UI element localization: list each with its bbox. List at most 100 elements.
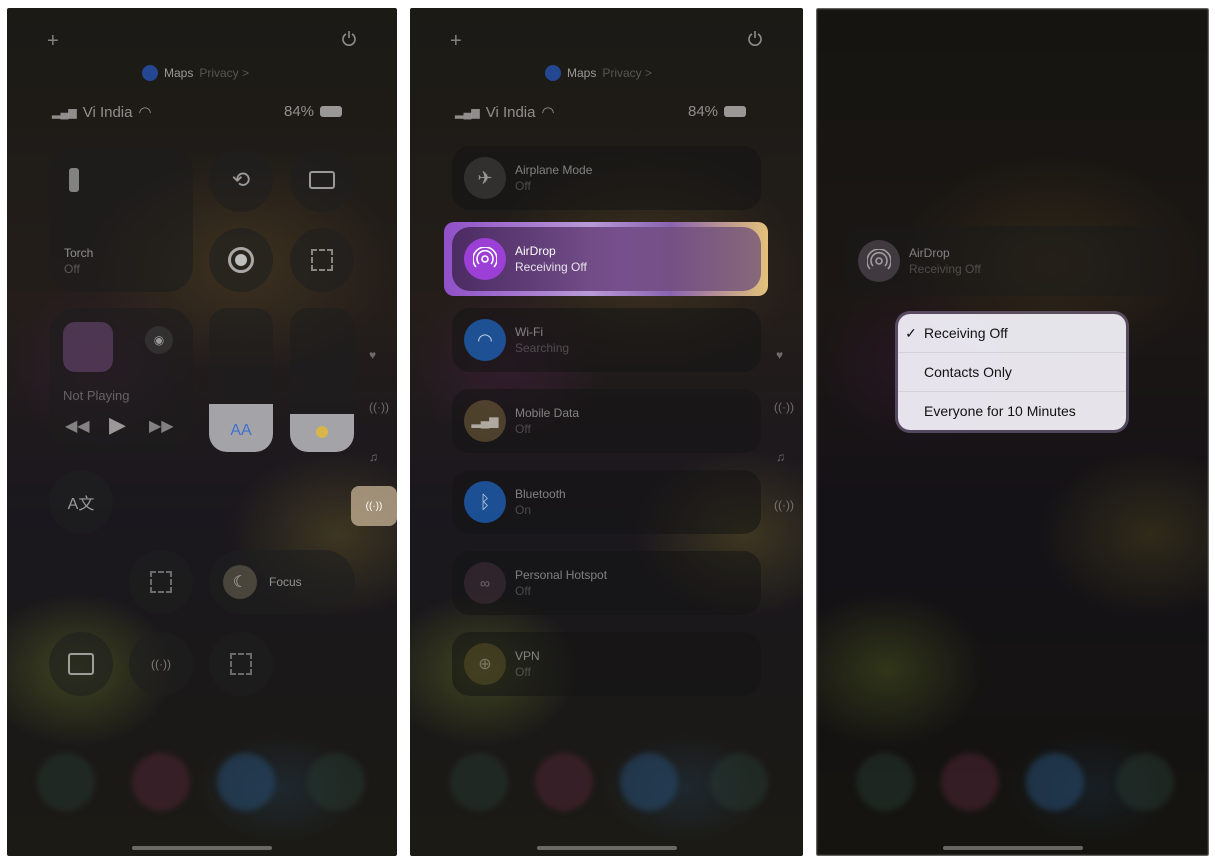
mobile-data-row[interactable]: ▂▄▆ Mobile Data Off xyxy=(452,389,761,453)
connectivity-expanded-panel: + Maps Privacy > ▂▄▆ Vi India ◠ 84% ✈ Ai… xyxy=(410,8,803,856)
fast-forward-icon[interactable]: ▶▶ xyxy=(149,416,174,436)
music-page-icon: ♫ xyxy=(776,450,785,464)
battery-percentage: 84% xyxy=(688,103,719,120)
row-title: Personal Hotspot xyxy=(515,568,608,582)
notes-button[interactable] xyxy=(49,632,113,696)
qr-scan-icon xyxy=(230,653,252,675)
music-page-icon: ♫ xyxy=(369,450,378,464)
focus-label: Focus xyxy=(269,575,302,589)
torch-icon xyxy=(69,168,79,192)
row-title: AirDrop xyxy=(909,246,950,260)
location-arrow-icon xyxy=(545,65,561,81)
play-icon[interactable]: ▶ xyxy=(109,412,126,438)
moon-icon: ☾ xyxy=(223,565,257,599)
menu-option-label: Receiving Off xyxy=(924,325,1008,341)
airplane-mode-row[interactable]: ✈ Airplane Mode Off xyxy=(452,146,761,210)
heart-icon: ♥ xyxy=(776,348,784,362)
connectivity-page-icon[interactable]: ((·)) xyxy=(774,498,794,512)
location-indicator[interactable]: Maps Privacy > xyxy=(545,65,652,81)
rewind-icon[interactable]: ◀◀ xyxy=(65,416,90,436)
control-center-main-panel: + Maps Privacy > ▂▄▆ Vi India ◠ 84% Torc… xyxy=(7,8,397,856)
home-indicator[interactable] xyxy=(942,846,1083,850)
translate-button[interactable]: A文 xyxy=(49,470,113,534)
row-subtitle: Searching xyxy=(515,341,570,355)
airplane-icon: ✈ xyxy=(464,157,506,199)
wifi-icon: ◠ xyxy=(541,104,555,121)
torch-state: Off xyxy=(64,262,80,276)
focus-button[interactable]: ☾ Focus xyxy=(209,550,355,614)
torch-label: Torch xyxy=(64,246,94,260)
code-scanner-button-2[interactable] xyxy=(129,550,193,614)
carrier-label: Vi India xyxy=(82,103,133,121)
airplay-icon[interactable]: ◉ xyxy=(145,326,173,354)
status-bar-left: ▂▄▆ Vi India ◠ xyxy=(52,103,152,122)
add-icon[interactable]: + xyxy=(47,30,59,53)
text-size-icon: AA xyxy=(230,422,252,439)
album-art xyxy=(63,322,113,372)
text-size-slider[interactable]: AA xyxy=(209,308,273,452)
carrier-label: Vi India xyxy=(485,103,536,121)
power-icon[interactable] xyxy=(747,30,763,53)
hotspot-button[interactable]: ((·)) xyxy=(129,632,193,696)
screen-mirroring-button[interactable] xyxy=(290,148,354,212)
row-title: VPN xyxy=(515,649,540,663)
battery-percentage: 84% xyxy=(284,103,315,120)
battery-icon xyxy=(320,106,343,117)
translate-icon: A文 xyxy=(67,496,95,513)
bluetooth-row[interactable]: ᛒ Bluetooth On xyxy=(452,470,761,534)
location-indicator[interactable]: Maps Privacy > xyxy=(142,65,249,81)
airdrop-row[interactable]: AirDrop Receiving Off xyxy=(846,226,1176,296)
screen-record-button[interactable] xyxy=(209,228,273,292)
brightness-slider[interactable] xyxy=(290,308,354,452)
privacy-link[interactable]: Privacy > xyxy=(199,66,249,80)
row-subtitle: Off xyxy=(515,665,531,679)
airdrop-row[interactable]: AirDrop Receiving Off xyxy=(452,227,761,291)
record-icon xyxy=(228,247,254,273)
menu-option-label: Contacts Only xyxy=(924,364,1012,380)
personal-hotspot-row[interactable]: ∞ Personal Hotspot Off xyxy=(452,551,761,615)
privacy-link[interactable]: Privacy > xyxy=(602,66,652,80)
row-subtitle: Receiving Off xyxy=(515,260,587,274)
airdrop-icon xyxy=(858,240,900,282)
bluetooth-icon: ᛒ xyxy=(464,481,506,523)
signal-icon: ▂▄▆ xyxy=(455,106,480,119)
signal-icon: ▂▄▆ xyxy=(52,106,77,119)
airdrop-options-menu: ✓ Receiving Off Contacts Only Everyone f… xyxy=(898,314,1126,430)
now-playing-tile[interactable]: ◉ Not Playing ◀◀ ▶ ▶▶ xyxy=(49,308,193,452)
location-arrow-icon xyxy=(142,65,158,81)
airdrop-menu-panel: AirDrop Receiving Off ✓ Receiving Off Con… xyxy=(816,8,1209,856)
qr-scan-icon xyxy=(150,571,172,593)
hotspot-icon: ∞ xyxy=(464,562,506,604)
code-scanner-button[interactable] xyxy=(290,228,354,292)
vpn-row[interactable]: ⊕ VPN Off xyxy=(452,632,761,696)
menu-option-contacts-only[interactable]: Contacts Only xyxy=(898,353,1126,392)
home-indicator[interactable] xyxy=(132,846,272,850)
connectivity-page-icon[interactable]: ((·)) xyxy=(351,486,397,526)
home-indicator[interactable] xyxy=(536,846,677,850)
row-title: Wi-Fi xyxy=(515,325,543,339)
signal-page-icon: ((·)) xyxy=(774,400,794,414)
airdrop-icon xyxy=(464,238,506,280)
vpn-globe-icon: ⊕ xyxy=(464,643,506,685)
torch-tile[interactable]: Torch Off xyxy=(49,148,193,292)
power-icon[interactable] xyxy=(341,30,357,53)
checkmark-icon: ✓ xyxy=(905,324,917,341)
sun-icon xyxy=(316,426,328,438)
row-subtitle: Off xyxy=(515,584,531,598)
notes-icon xyxy=(68,653,94,675)
row-title: Bluetooth xyxy=(515,487,566,501)
status-bar-right: 84% xyxy=(284,103,343,120)
cellular-icon: ▂▄▆ xyxy=(464,400,506,442)
code-scanner-button-3[interactable] xyxy=(209,632,273,696)
add-icon[interactable]: + xyxy=(450,30,462,53)
row-title: AirDrop xyxy=(515,244,556,258)
now-playing-label: Not Playing xyxy=(63,388,130,403)
row-title: Airplane Mode xyxy=(515,163,593,177)
wifi-row[interactable]: ◠ Wi-Fi Searching xyxy=(452,308,761,372)
orientation-lock-button[interactable]: ⟲ xyxy=(209,148,273,212)
battery-icon xyxy=(724,106,747,117)
menu-option-everyone-10-minutes[interactable]: Everyone for 10 Minutes xyxy=(898,392,1126,430)
row-subtitle: Off xyxy=(515,179,531,193)
blurred-wallpaper xyxy=(816,8,1209,856)
menu-option-receiving-off[interactable]: ✓ Receiving Off xyxy=(898,314,1126,353)
